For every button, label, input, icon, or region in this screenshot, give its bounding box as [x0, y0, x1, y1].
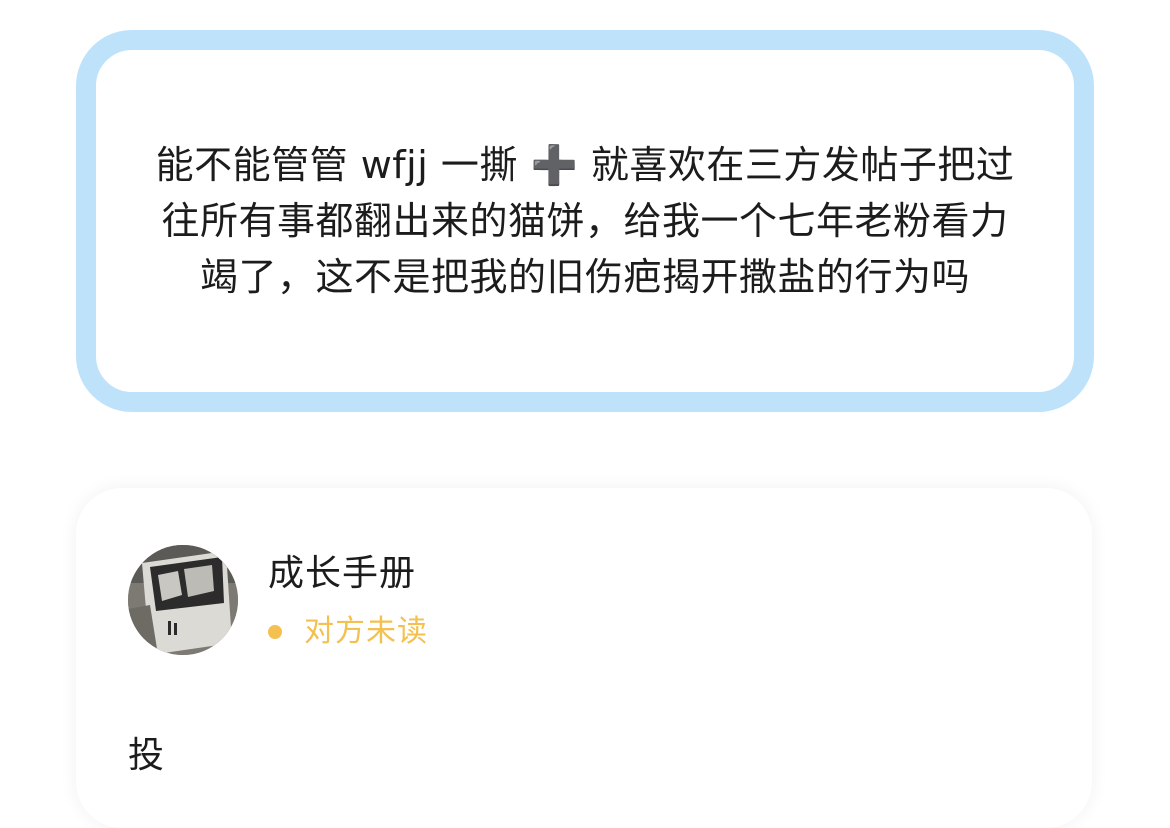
message-card[interactable]: 成长手册 对方未读 投	[76, 488, 1092, 828]
book-cover-avatar-icon[interactable]	[128, 545, 238, 655]
quote-text: 能不能管管 wfjj 一撕 ➕ 就喜欢在三方发帖子把过往所有事都翻出来的猫饼，给…	[155, 143, 1015, 299]
unread-dot-icon	[268, 625, 282, 639]
read-status: 对方未读	[268, 612, 428, 652]
message-body: 投	[128, 735, 165, 776]
status-text: 对方未读	[304, 614, 428, 649]
quote-card: 能不能管管 wfjj 一撕 ➕ 就喜欢在三方发帖子把过往所有事都翻出来的猫饼，给…	[76, 30, 1094, 412]
sender-name[interactable]: 成长手册	[268, 552, 416, 596]
